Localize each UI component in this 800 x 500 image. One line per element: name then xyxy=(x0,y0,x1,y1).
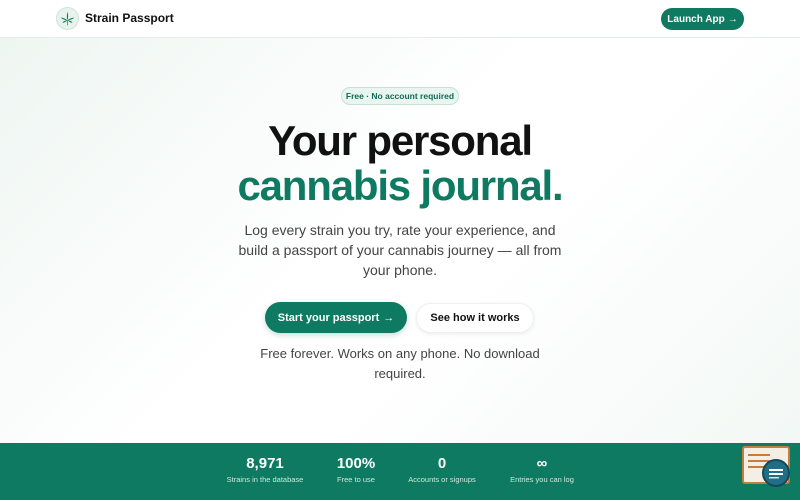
stat-accounts: 0 Accounts or signups xyxy=(402,455,482,484)
stat-value: 0 xyxy=(437,455,447,472)
stat-label: Entries you can log xyxy=(510,475,574,484)
stat-value: ∞ xyxy=(536,455,548,472)
stat-value: 100% xyxy=(336,455,376,472)
start-passport-button[interactable]: Start your passport → xyxy=(265,302,407,333)
stats-band: 8,971 Strains in the database 100% Free … xyxy=(0,443,800,500)
stat-entries: ∞ Entries you can log xyxy=(502,455,582,484)
hero-note: Free forever. Works on any phone. No dow… xyxy=(260,346,540,381)
site-header: Strain Passport Launch App → xyxy=(0,0,800,38)
arrow-right-icon: → xyxy=(383,311,395,324)
see-how-it-works-button[interactable]: See how it works xyxy=(416,303,534,333)
launch-app-label: Launch App xyxy=(667,13,725,25)
stat-value: 8,971 xyxy=(246,455,284,472)
stat-label: Free to use xyxy=(337,475,375,484)
start-passport-label: Start your passport xyxy=(277,311,380,324)
hero-title-line1: Your personal xyxy=(268,117,533,164)
free-badge: Free · No account required xyxy=(341,87,459,105)
hero-title-line2: cannabis journal. xyxy=(237,162,563,209)
hero-subtitle: Log every strain you try, rate your expe… xyxy=(238,222,562,278)
cannabis-leaf-icon[interactable] xyxy=(56,7,79,30)
brand-name[interactable]: Strain Passport xyxy=(85,11,174,25)
stat-free: 100% Free to use xyxy=(326,455,386,484)
chat-bubble-icon[interactable] xyxy=(762,459,790,487)
stat-label: Strains in the database xyxy=(226,475,304,484)
stat-label: Accounts or signups xyxy=(408,475,476,484)
arrow-right-icon: → xyxy=(727,13,738,25)
launch-app-button[interactable]: Launch App → xyxy=(661,8,744,30)
stat-strains: 8,971 Strains in the database xyxy=(220,455,310,484)
